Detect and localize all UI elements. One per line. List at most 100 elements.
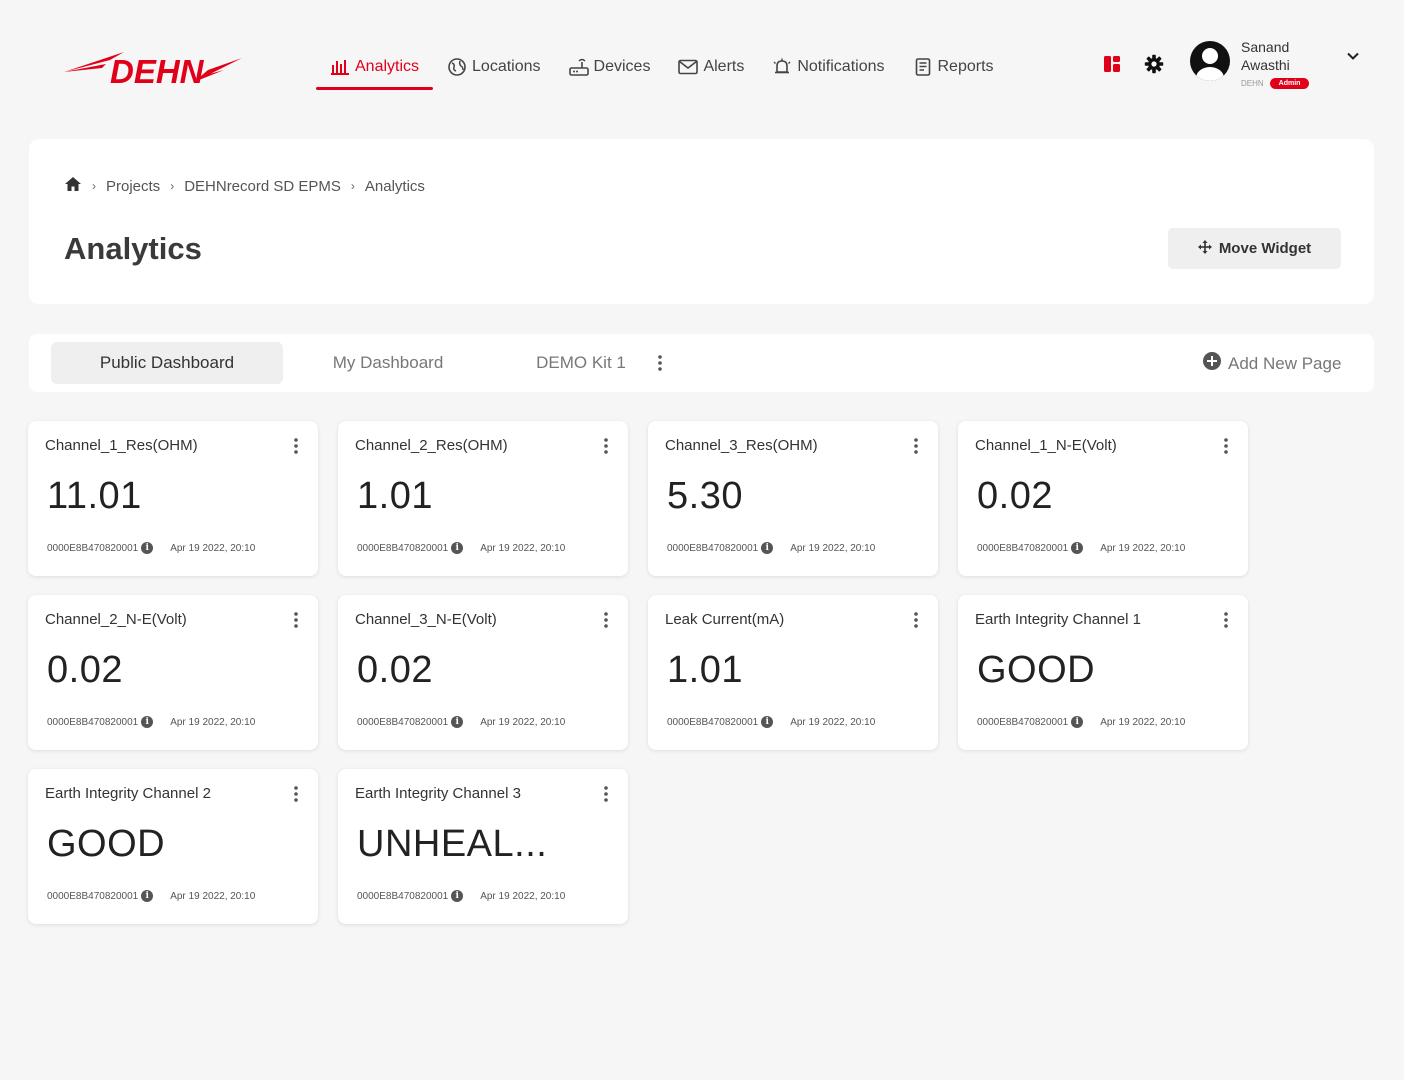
- dashboard-layout-icon[interactable]: [1102, 54, 1122, 79]
- more-vertical-icon[interactable]: [1223, 610, 1229, 635]
- info-icon[interactable]: i: [141, 542, 154, 554]
- main-nav: Analytics Locations Devices Alerts Notif…: [316, 44, 1008, 90]
- chevron-down-icon[interactable]: [1345, 48, 1361, 69]
- tab-my-dashboard[interactable]: My Dashboard: [303, 342, 473, 384]
- add-new-page-label: Add New Page: [1228, 353, 1342, 373]
- more-vertical-icon[interactable]: [913, 436, 919, 461]
- widget-card[interactable]: Channel_1_Res(OHM) 11.01 0000E8B47082000…: [28, 421, 318, 576]
- widget-timestamp: Apr 19 2022, 20:10: [170, 542, 256, 554]
- move-widget-label: Move Widget: [1218, 240, 1312, 257]
- alarm-bell-icon: [772, 57, 792, 77]
- widget-card[interactable]: Channel_2_N-E(Volt) 0.02 0000E8B47082000…: [28, 595, 318, 750]
- widget-card[interactable]: Earth Integrity Channel 2 GOOD 0000E8B47…: [28, 769, 318, 924]
- nav-analytics[interactable]: Analytics: [316, 44, 434, 90]
- widget-card[interactable]: Channel_2_Res(OHM) 1.01 0000E8B470820001…: [338, 421, 628, 576]
- user-profile[interactable]: Sanand Awasthi DEHN Admin: [1190, 38, 1321, 89]
- info-icon[interactable]: i: [761, 542, 774, 554]
- widget-footer: 0000E8B470820001 i Apr 19 2022, 20:10: [47, 542, 307, 554]
- breadcrumb-project[interactable]: DEHNrecord SD EPMS: [184, 178, 341, 195]
- widget-card[interactable]: Channel_3_N-E(Volt) 0.02 0000E8B47082000…: [338, 595, 628, 750]
- device-id-text: 0000E8B470820001: [667, 716, 759, 728]
- info-icon[interactable]: i: [1071, 542, 1084, 554]
- more-vertical-icon[interactable]: [293, 784, 299, 809]
- info-icon[interactable]: i: [1071, 716, 1084, 728]
- more-vertical-icon[interactable]: [293, 436, 299, 461]
- tab-demo-kit-1[interactable]: DEMO Kit 1: [511, 342, 651, 384]
- widget-footer: 0000E8B470820001 i Apr 19 2022, 20:10: [667, 716, 927, 728]
- add-new-page-button[interactable]: Add New Page: [1202, 351, 1341, 376]
- info-icon[interactable]: i: [141, 890, 154, 902]
- info-icon[interactable]: i: [141, 716, 154, 728]
- info-icon[interactable]: i: [451, 542, 464, 554]
- widget-value: GOOD: [47, 823, 166, 865]
- more-vertical-icon[interactable]: [603, 784, 609, 809]
- widget-title: Earth Integrity Channel 1: [975, 611, 1141, 628]
- device-id-text: 0000E8B470820001: [47, 542, 139, 554]
- widget-value: 11.01: [47, 475, 142, 517]
- widget-timestamp: Apr 19 2022, 20:10: [480, 890, 566, 902]
- bar-chart-icon: [330, 57, 350, 77]
- widget-footer: 0000E8B470820001 i Apr 19 2022, 20:10: [977, 542, 1237, 554]
- user-info: Sanand Awasthi DEHN Admin: [1241, 38, 1321, 89]
- widget-value: 5.30: [667, 475, 743, 517]
- role-badge: Admin: [1269, 78, 1310, 89]
- breadcrumb-separator: ›: [350, 179, 355, 193]
- breadcrumb-separator: ›: [92, 179, 96, 193]
- breadcrumb-current: Analytics: [364, 177, 425, 195]
- info-icon[interactable]: i: [451, 890, 464, 902]
- widget-card[interactable]: Channel_1_N-E(Volt) 0.02 0000E8B47082000…: [958, 421, 1248, 576]
- widget-device-id: 0000E8B470820001 i: [47, 542, 154, 554]
- move-icon: [1197, 239, 1212, 258]
- more-vertical-icon[interactable]: [913, 610, 919, 635]
- nav-analytics-label: Analytics: [355, 58, 420, 75]
- dashboard-tabs-bar: Public Dashboard My Dashboard DEMO Kit 1…: [29, 334, 1374, 392]
- nav-locations[interactable]: Locations: [433, 44, 555, 90]
- more-vertical-icon[interactable]: [603, 436, 609, 461]
- info-icon[interactable]: i: [451, 716, 464, 728]
- widget-card[interactable]: Earth Integrity Channel 1 GOOD 0000E8B47…: [958, 595, 1248, 750]
- home-icon[interactable]: [64, 176, 82, 196]
- device-id-text: 0000E8B470820001: [667, 542, 759, 554]
- widget-value: 0.02: [977, 475, 1053, 517]
- widget-title: Earth Integrity Channel 3: [355, 785, 521, 802]
- widget-device-id: 0000E8B470820001 i: [977, 716, 1084, 728]
- nav-reports[interactable]: Reports: [899, 44, 1008, 90]
- widget-title: Leak Current(mA): [665, 611, 785, 628]
- widget-card[interactable]: Leak Current(mA) 1.01 0000E8B470820001 i A…: [648, 595, 938, 750]
- nav-devices-label: Devices: [593, 58, 651, 75]
- gear-icon[interactable]: [1144, 54, 1164, 79]
- move-widget-button[interactable]: Move Widget: [1168, 228, 1341, 269]
- widget-title: Channel_1_Res(OHM): [45, 437, 198, 454]
- widget-device-id: 0000E8B470820001 i: [667, 716, 774, 728]
- nav-reports-label: Reports: [937, 58, 994, 75]
- nav-alerts[interactable]: Alerts: [664, 44, 758, 90]
- widget-footer: 0000E8B470820001 i Apr 19 2022, 20:10: [47, 716, 307, 728]
- nav-notifications[interactable]: Notifications: [758, 44, 898, 90]
- more-vertical-icon[interactable]: [1223, 436, 1229, 461]
- widget-footer: 0000E8B470820001 i Apr 19 2022, 20:10: [47, 890, 307, 902]
- info-icon[interactable]: i: [761, 716, 774, 728]
- more-vertical-icon[interactable]: [293, 610, 299, 635]
- nav-devices[interactable]: Devices: [555, 44, 665, 90]
- widget-card[interactable]: Earth Integrity Channel 3 UNHEAL... 0000…: [338, 769, 628, 924]
- device-id-text: 0000E8B470820001: [357, 542, 449, 554]
- widget-timestamp: Apr 19 2022, 20:10: [1100, 716, 1186, 728]
- top-header: DEHN Analytics Locations Devices Alerts …: [0, 0, 1404, 120]
- device-id-text: 0000E8B470820001: [977, 716, 1069, 728]
- widget-card[interactable]: Channel_3_Res(OHM) 5.30 0000E8B470820001…: [648, 421, 938, 576]
- document-icon: [913, 57, 933, 77]
- nav-locations-label: Locations: [472, 58, 541, 75]
- mail-icon: [678, 57, 699, 77]
- widget-title: Channel_3_Res(OHM): [665, 437, 818, 454]
- widget-value: 0.02: [47, 649, 123, 691]
- widget-device-id: 0000E8B470820001 i: [357, 542, 464, 554]
- dehn-logo[interactable]: DEHN: [62, 40, 244, 90]
- breadcrumb-projects[interactable]: Projects: [106, 178, 160, 195]
- user-name: Sanand Awasthi: [1241, 39, 1290, 73]
- user-org: DEHN: [1241, 79, 1264, 88]
- more-vertical-icon[interactable]: [603, 610, 609, 635]
- more-vertical-icon[interactable]: [657, 353, 663, 378]
- widget-device-id: 0000E8B470820001 i: [667, 542, 774, 554]
- avatar[interactable]: [1190, 41, 1230, 81]
- tab-public-dashboard[interactable]: Public Dashboard: [51, 342, 283, 384]
